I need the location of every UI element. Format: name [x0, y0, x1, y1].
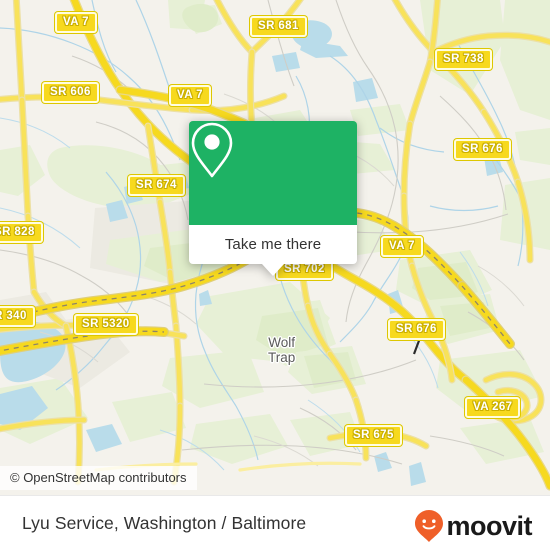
road-shield: SR 675: [345, 425, 402, 446]
moovit-smiley-pin-icon: [415, 510, 444, 542]
map-screen: .land{fill:#f4f2ec} .park{fill:#dfecc9} …: [0, 0, 550, 550]
road-shield: SR 676: [454, 139, 511, 160]
map-canvas[interactable]: .land{fill:#f4f2ec} .park{fill:#dfecc9} …: [0, 0, 550, 495]
popup-image-area: [189, 121, 357, 225]
location-title: Lyu Service, Washington / Baltimore: [22, 513, 307, 533]
map-pin-icon: [191, 122, 233, 178]
road-shield: SR 738: [435, 49, 492, 70]
road-shield: VA 7: [381, 236, 423, 257]
road-shield: VA 267: [465, 397, 521, 418]
moovit-wordmark: moovit: [446, 510, 532, 541]
popup-tail: [262, 264, 284, 276]
destination-popup-card[interactable]: Take me there: [189, 121, 357, 276]
road-shield: SR 5320: [74, 314, 138, 335]
map-attribution[interactable]: © OpenStreetMap contributors: [0, 466, 197, 490]
road-shield: SR 606: [42, 82, 99, 103]
road-shield: SR 828: [0, 222, 43, 243]
road-shield: VA 7: [169, 85, 211, 106]
moovit-brand[interactable]: moovit: [414, 509, 532, 543]
popup-action-area[interactable]: Take me there: [189, 225, 357, 264]
road-shield: SR 681: [250, 16, 307, 37]
place-label: Wolf Trap: [268, 335, 296, 365]
take-me-there-label: Take me there: [224, 236, 322, 253]
road-shield: SR 340: [0, 306, 35, 327]
road-shield: VA 7: [55, 12, 97, 33]
road-shield: SR 674: [128, 175, 185, 196]
road-shield: SR 676: [388, 319, 445, 340]
footer-bar: Lyu Service, Washington / Baltimore moov…: [0, 495, 550, 550]
